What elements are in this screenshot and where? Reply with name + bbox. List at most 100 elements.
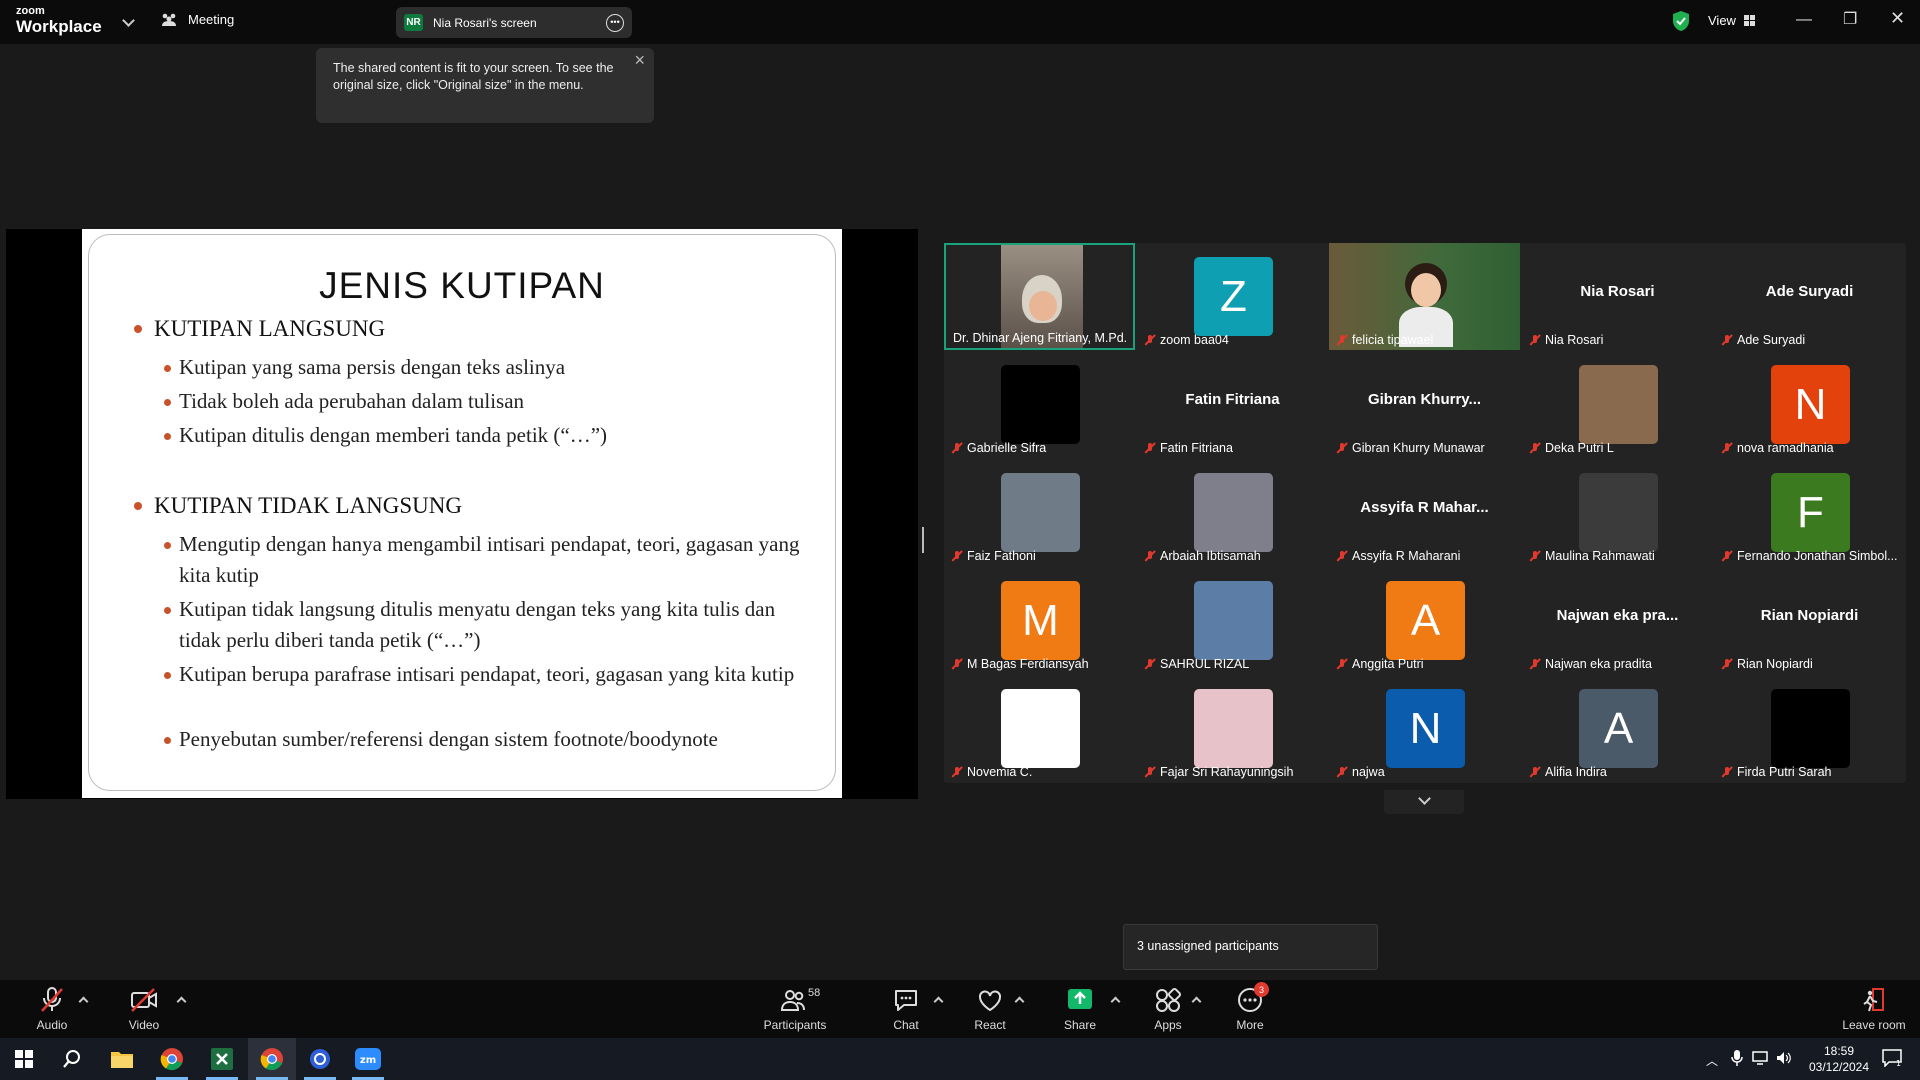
share-screen-icon [1065, 986, 1095, 1014]
participants-button[interactable]: 58 Participants [760, 980, 830, 1038]
slide-bullet: Kutipan yang sama persis dengan teks asl… [164, 352, 809, 383]
participant-tile[interactable]: F Fernando Jonathan Simbol... [1714, 459, 1905, 566]
video-button[interactable]: Video [124, 980, 164, 1038]
participant-name-tag: Firda Putri Sarah [1718, 764, 1903, 780]
more-options-icon[interactable]: ••• [606, 13, 624, 32]
mic-muted-icon [1336, 442, 1348, 454]
participant-tile[interactable]: felicia tipawael [1329, 243, 1520, 350]
apps-icon [1153, 986, 1183, 1014]
share-button[interactable]: Share [1060, 980, 1100, 1038]
participant-tile[interactable]: Faiz Fathoni [944, 459, 1135, 566]
show-hidden-icons-icon[interactable]: ︿ [1706, 1052, 1718, 1069]
react-label: React [974, 1018, 1006, 1032]
participant-tile[interactable]: Fatin Fitriana Fatin Fitriana [1137, 351, 1328, 458]
excel-icon[interactable] [198, 1038, 246, 1080]
windows-start-icon[interactable] [0, 1038, 48, 1080]
mic-muted-icon [1529, 766, 1541, 778]
file-explorer-icon[interactable] [98, 1038, 146, 1080]
participant-tile[interactable]: Novemia C. [944, 675, 1135, 782]
participant-tile[interactable]: Rian Nopiardi Rian Nopiardi [1714, 567, 1905, 674]
meeting-menu[interactable]: Meeting [160, 12, 234, 27]
apps-button[interactable]: Apps [1148, 980, 1188, 1038]
audio-button[interactable]: Audio [32, 980, 72, 1038]
network-icon[interactable] [1752, 1051, 1768, 1070]
minimize-icon[interactable]: — [1796, 11, 1812, 29]
tooltip-close-icon[interactable]: × [634, 51, 645, 69]
split-view-handle[interactable] [922, 527, 924, 553]
more-label: More [1236, 1018, 1264, 1032]
encryption-shield-icon[interactable] [1672, 10, 1690, 32]
microphone-tray-icon[interactable] [1731, 1050, 1743, 1071]
participant-tile[interactable]: A Alifia Indira [1522, 675, 1713, 782]
participant-tile[interactable]: Fajar Sri Rahayuningsih [1137, 675, 1328, 782]
close-window-icon[interactable]: ✕ [1890, 8, 1905, 29]
view-button[interactable]: View [1708, 13, 1755, 28]
participant-name-tag: Fatin Fitriana [1141, 440, 1326, 456]
react-button[interactable]: React [970, 980, 1010, 1038]
avatar-photo [1001, 473, 1080, 552]
participant-tile[interactable]: Assyifa R Mahar... Assyifa R Maharani [1329, 459, 1520, 566]
taskbar-clock[interactable]: 18:59 03/12/2024 [1800, 1043, 1878, 1075]
participant-tile[interactable]: Gibran Khurry... Gibran Khurry Munawar [1329, 351, 1520, 458]
avatar: A [1579, 689, 1658, 768]
more-icon: 3 [1235, 982, 1269, 1014]
zoom-app-icon[interactable]: zm [344, 1038, 392, 1080]
chevron-down-icon[interactable] [122, 14, 135, 27]
participant-tile[interactable]: Gabrielle Sifra [944, 351, 1135, 458]
video-options-caret[interactable] [176, 996, 187, 1007]
participant-tile[interactable]: Nnova ramadhania [1714, 351, 1905, 458]
participant-tile[interactable]: Dr. Dhinar Ajeng Fitriany, M.Pd. [944, 243, 1135, 350]
participant-tile[interactable]: Firda Putri Sarah [1714, 675, 1905, 782]
meeting-icon [162, 13, 176, 26]
chat-options-caret[interactable] [933, 996, 944, 1007]
apps-options-caret[interactable] [1191, 996, 1202, 1007]
participant-name: Ade Suryadi [1737, 333, 1806, 347]
participant-tile[interactable]: Nia Rosari Nia Rosari [1522, 243, 1713, 350]
participant-tile[interactable]: Deka Putri L [1522, 351, 1713, 458]
avatar-photo [1194, 689, 1273, 768]
avatar-photo [1194, 473, 1273, 552]
restore-icon[interactable]: ❐ [1843, 9, 1857, 29]
mic-muted-icon [1336, 550, 1348, 562]
mic-muted-icon [1529, 550, 1541, 562]
participant-tile[interactable]: MM Bagas Ferdiansyah [944, 567, 1135, 674]
participant-name: Firda Putri Sarah [1737, 765, 1832, 779]
participant-tile[interactable]: Maulina Rahmawati [1522, 459, 1713, 566]
participant-tile[interactable]: Arbaiah Ibtisamah [1137, 459, 1328, 566]
shared-screen-pill[interactable]: NR Nia Rosari's screen ••• [396, 7, 632, 38]
browser-app-icon[interactable] [296, 1038, 344, 1080]
participant-tile[interactable]: A Anggita Putri [1329, 567, 1520, 674]
chrome-icon[interactable] [148, 1038, 196, 1080]
clock-date: 03/12/2024 [1808, 1060, 1870, 1074]
participant-name: Najwan eka pradita [1545, 657, 1653, 671]
volume-icon[interactable] [1776, 1050, 1792, 1071]
mic-muted-icon [1721, 658, 1733, 670]
mic-muted-icon [1144, 766, 1156, 778]
participant-tile[interactable]: SAHRUL RIZAL [1137, 567, 1328, 674]
share-options-caret[interactable] [1110, 996, 1121, 1007]
chrome-profile-icon[interactable] [248, 1038, 296, 1080]
more-button[interactable]: 3 More [1230, 980, 1270, 1038]
participant-name-tag: M Bagas Ferdiansyah [948, 656, 1133, 672]
participant-tile[interactable]: Najwan eka pra... Najwan eka pradita [1522, 567, 1713, 674]
participant-tile[interactable]: Zzoom baa04 [1137, 243, 1328, 350]
participant-name-tag: Fajar Sri Rahayuningsih [1141, 764, 1326, 780]
participant-name: Nia Rosari [1545, 333, 1604, 347]
chat-button[interactable]: Chat [886, 980, 926, 1038]
participant-name: Arbaiah Ibtisamah [1160, 549, 1261, 563]
notification-center-icon[interactable]: 1 [1882, 1049, 1904, 1072]
avatar-photo [1001, 365, 1080, 444]
audio-options-caret[interactable] [78, 996, 89, 1007]
participants-label: Participants [763, 1018, 827, 1032]
mic-muted-icon [1144, 550, 1156, 562]
react-options-caret[interactable] [1014, 996, 1025, 1007]
section-heading-direct: KUTIPAN LANGSUNG [133, 316, 386, 341]
participant-tile[interactable]: Ade Suryadi Ade Suryadi [1714, 243, 1905, 350]
participant-name-tag: Nia Rosari [1526, 332, 1711, 348]
leave-room-button[interactable]: Leave room [1836, 980, 1912, 1038]
search-icon[interactable] [48, 1038, 96, 1080]
unassigned-participants-popup[interactable]: 3 unassigned participants [1123, 924, 1378, 970]
gallery-scroll-down[interactable] [1384, 790, 1464, 814]
participant-tile[interactable]: Nnajwa [1329, 675, 1520, 782]
chat-icon [891, 986, 921, 1014]
